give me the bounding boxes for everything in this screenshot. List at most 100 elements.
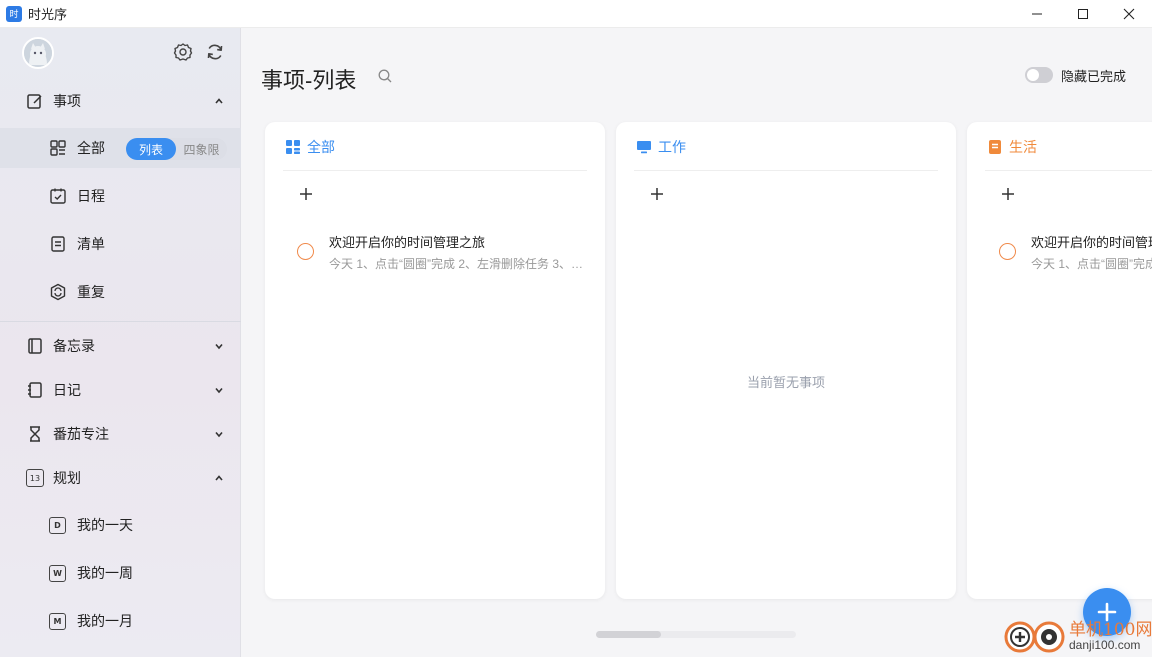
- maximize-button[interactable]: [1060, 0, 1106, 28]
- sidebar-item-my-day-label: 我的一天: [77, 517, 133, 533]
- watermark-url: danji100.com: [1069, 638, 1141, 652]
- view-mode-toggle: 列表 四象限: [126, 138, 227, 160]
- grid-category-icon: [286, 140, 300, 154]
- task-item[interactable]: 欢迎开启你的时间管理之旅 今天 1、点击“圆圈”完成 2、左滑删除任务 3、长按…: [295, 232, 589, 276]
- main-content: 事项-列表 隐藏已完成 全部 欢迎开启你的时间管理之旅 今天 1、点击“圆圈”完…: [241, 28, 1152, 657]
- hide-completed-toggle[interactable]: [1025, 67, 1053, 83]
- horizontal-scrollbar[interactable]: [596, 631, 796, 638]
- task-subtitle: 今天 1、点击“圆圈”完成 2、左滑删除任务 3、长按拖动排序: [329, 257, 589, 271]
- nav-diary-label: 日记: [53, 382, 81, 398]
- sidebar: 事项 全部 列表 四象限 日程 清单 重复 备忘录 日记 番茄专注 13 规划 …: [0, 28, 241, 657]
- nav-memo-label: 备忘录: [53, 338, 95, 354]
- nav-pomodoro-label: 番茄专注: [53, 426, 109, 442]
- day-icon: D: [49, 516, 66, 534]
- sidebar-item-all-label: 全部: [77, 140, 105, 156]
- watermark: 单机100网 danji100.com: [1003, 614, 1152, 657]
- add-task-button[interactable]: [649, 186, 665, 202]
- sidebar-item-checklist[interactable]: 清单: [0, 224, 241, 264]
- sidebar-item-checklist-label: 清单: [77, 236, 105, 252]
- settings-button[interactable]: [173, 42, 193, 62]
- sidebar-divider: [0, 321, 241, 322]
- week-icon: W: [49, 564, 66, 582]
- sync-button[interactable]: [205, 42, 225, 62]
- chevron-down-icon: [215, 387, 223, 394]
- task-title: 欢迎开启你的时间管理之旅: [1031, 235, 1152, 250]
- avatar[interactable]: [22, 37, 54, 69]
- view-list-option[interactable]: 列表: [126, 138, 176, 160]
- nav-events[interactable]: 事项: [0, 81, 241, 121]
- sidebar-item-my-month-label: 我的一月: [77, 613, 133, 629]
- category-card-all: 全部 欢迎开启你的时间管理之旅 今天 1、点击“圆圈”完成 2、左滑删除任务 3…: [265, 122, 605, 599]
- chevron-up-icon: [215, 475, 223, 481]
- sidebar-item-my-week-label: 我的一周: [77, 565, 133, 581]
- task-complete-checkbox[interactable]: [999, 243, 1016, 260]
- notebook-icon: [28, 338, 42, 354]
- nav-pomodoro[interactable]: 番茄专注: [0, 414, 241, 454]
- calendar-13-icon: 13: [26, 469, 44, 487]
- month-icon: M: [49, 612, 66, 630]
- card-title: 生活: [1009, 139, 1037, 155]
- hide-completed-label: 隐藏已完成: [1061, 69, 1127, 84]
- sidebar-item-repeat[interactable]: 重复: [0, 272, 241, 312]
- sidebar-item-my-week[interactable]: W 我的一周: [0, 553, 241, 593]
- watermark-logo: [1004, 621, 1065, 653]
- add-task-button[interactable]: [298, 186, 314, 202]
- window-title: 时光序: [28, 7, 68, 22]
- chevron-down-icon: [215, 431, 223, 438]
- view-quadrant-option[interactable]: 四象限: [176, 138, 227, 160]
- card-title: 工作: [658, 139, 686, 155]
- card-title: 全部: [307, 139, 335, 155]
- repeat-shield-icon: [50, 283, 66, 301]
- sidebar-item-all[interactable]: 全部 列表 四象限: [0, 128, 241, 168]
- card-header: 工作: [636, 136, 686, 158]
- nav-memo[interactable]: 备忘录: [0, 326, 241, 366]
- sidebar-item-repeat-label: 重复: [77, 284, 105, 300]
- refresh-icon: [207, 44, 223, 60]
- edit-square-icon: [27, 94, 42, 109]
- scrollbar-thumb[interactable]: [596, 631, 661, 638]
- card-header: 全部: [285, 136, 335, 158]
- card-divider: [985, 170, 1152, 171]
- note-icon: [989, 140, 1001, 154]
- grid-icon: [50, 140, 66, 156]
- close-button[interactable]: [1106, 0, 1152, 28]
- category-card-life: 生活 欢迎开启你的时间管理之旅 今天 1、点击“圆圈”完成 2、左滑删除任务 3…: [967, 122, 1152, 599]
- search-icon[interactable]: [377, 68, 393, 84]
- nav-events-label: 事项: [53, 93, 81, 109]
- task-title: 欢迎开启你的时间管理之旅: [329, 235, 486, 250]
- task-item[interactable]: 欢迎开启你的时间管理之旅 今天 1、点击“圆圈”完成 2、左滑删除任务 3、长按…: [997, 232, 1152, 276]
- title-bar: 时 时光序: [0, 0, 1152, 28]
- sidebar-item-schedule[interactable]: 日程: [0, 176, 241, 216]
- nav-plan[interactable]: 13 规划: [0, 458, 241, 498]
- diary-book-icon: [28, 382, 42, 398]
- category-card-work: 工作 当前暂无事项: [616, 122, 956, 599]
- gear-icon: [173, 43, 193, 61]
- add-task-button[interactable]: [1000, 186, 1016, 202]
- nav-plan-label: 规划: [53, 470, 81, 486]
- chevron-down-icon: [215, 343, 223, 350]
- window-controls: [1014, 0, 1152, 28]
- maximize-icon: [1078, 9, 1088, 19]
- sidebar-item-schedule-label: 日程: [77, 188, 105, 204]
- chevron-up-icon: [215, 98, 223, 104]
- close-icon: [1123, 8, 1135, 20]
- app-icon: 时: [6, 5, 22, 22]
- task-complete-checkbox[interactable]: [297, 243, 314, 260]
- empty-state-text: 当前暂无事项: [746, 375, 825, 390]
- hourglass-icon: [30, 426, 40, 442]
- sidebar-item-my-day[interactable]: D 我的一天: [0, 505, 241, 545]
- task-subtitle: 今天 1、点击“圆圈”完成 2、左滑删除任务 3、长按拖动排序: [1031, 257, 1152, 271]
- document-list-icon: [51, 236, 65, 252]
- nav-diary[interactable]: 日记: [0, 370, 241, 410]
- page-title: 事项-列表: [261, 68, 357, 93]
- card-divider: [634, 170, 938, 171]
- card-header: 生活: [987, 136, 1037, 158]
- minimize-button[interactable]: [1014, 0, 1060, 28]
- card-divider: [283, 170, 587, 171]
- monitor-icon: [637, 141, 651, 154]
- calendar-check-icon: [50, 188, 66, 204]
- minimize-icon: [1032, 13, 1042, 15]
- sidebar-item-my-month[interactable]: M 我的一月: [0, 601, 241, 641]
- avatar-image: [24, 39, 52, 67]
- watermark-title: 单机100网: [1069, 620, 1152, 640]
